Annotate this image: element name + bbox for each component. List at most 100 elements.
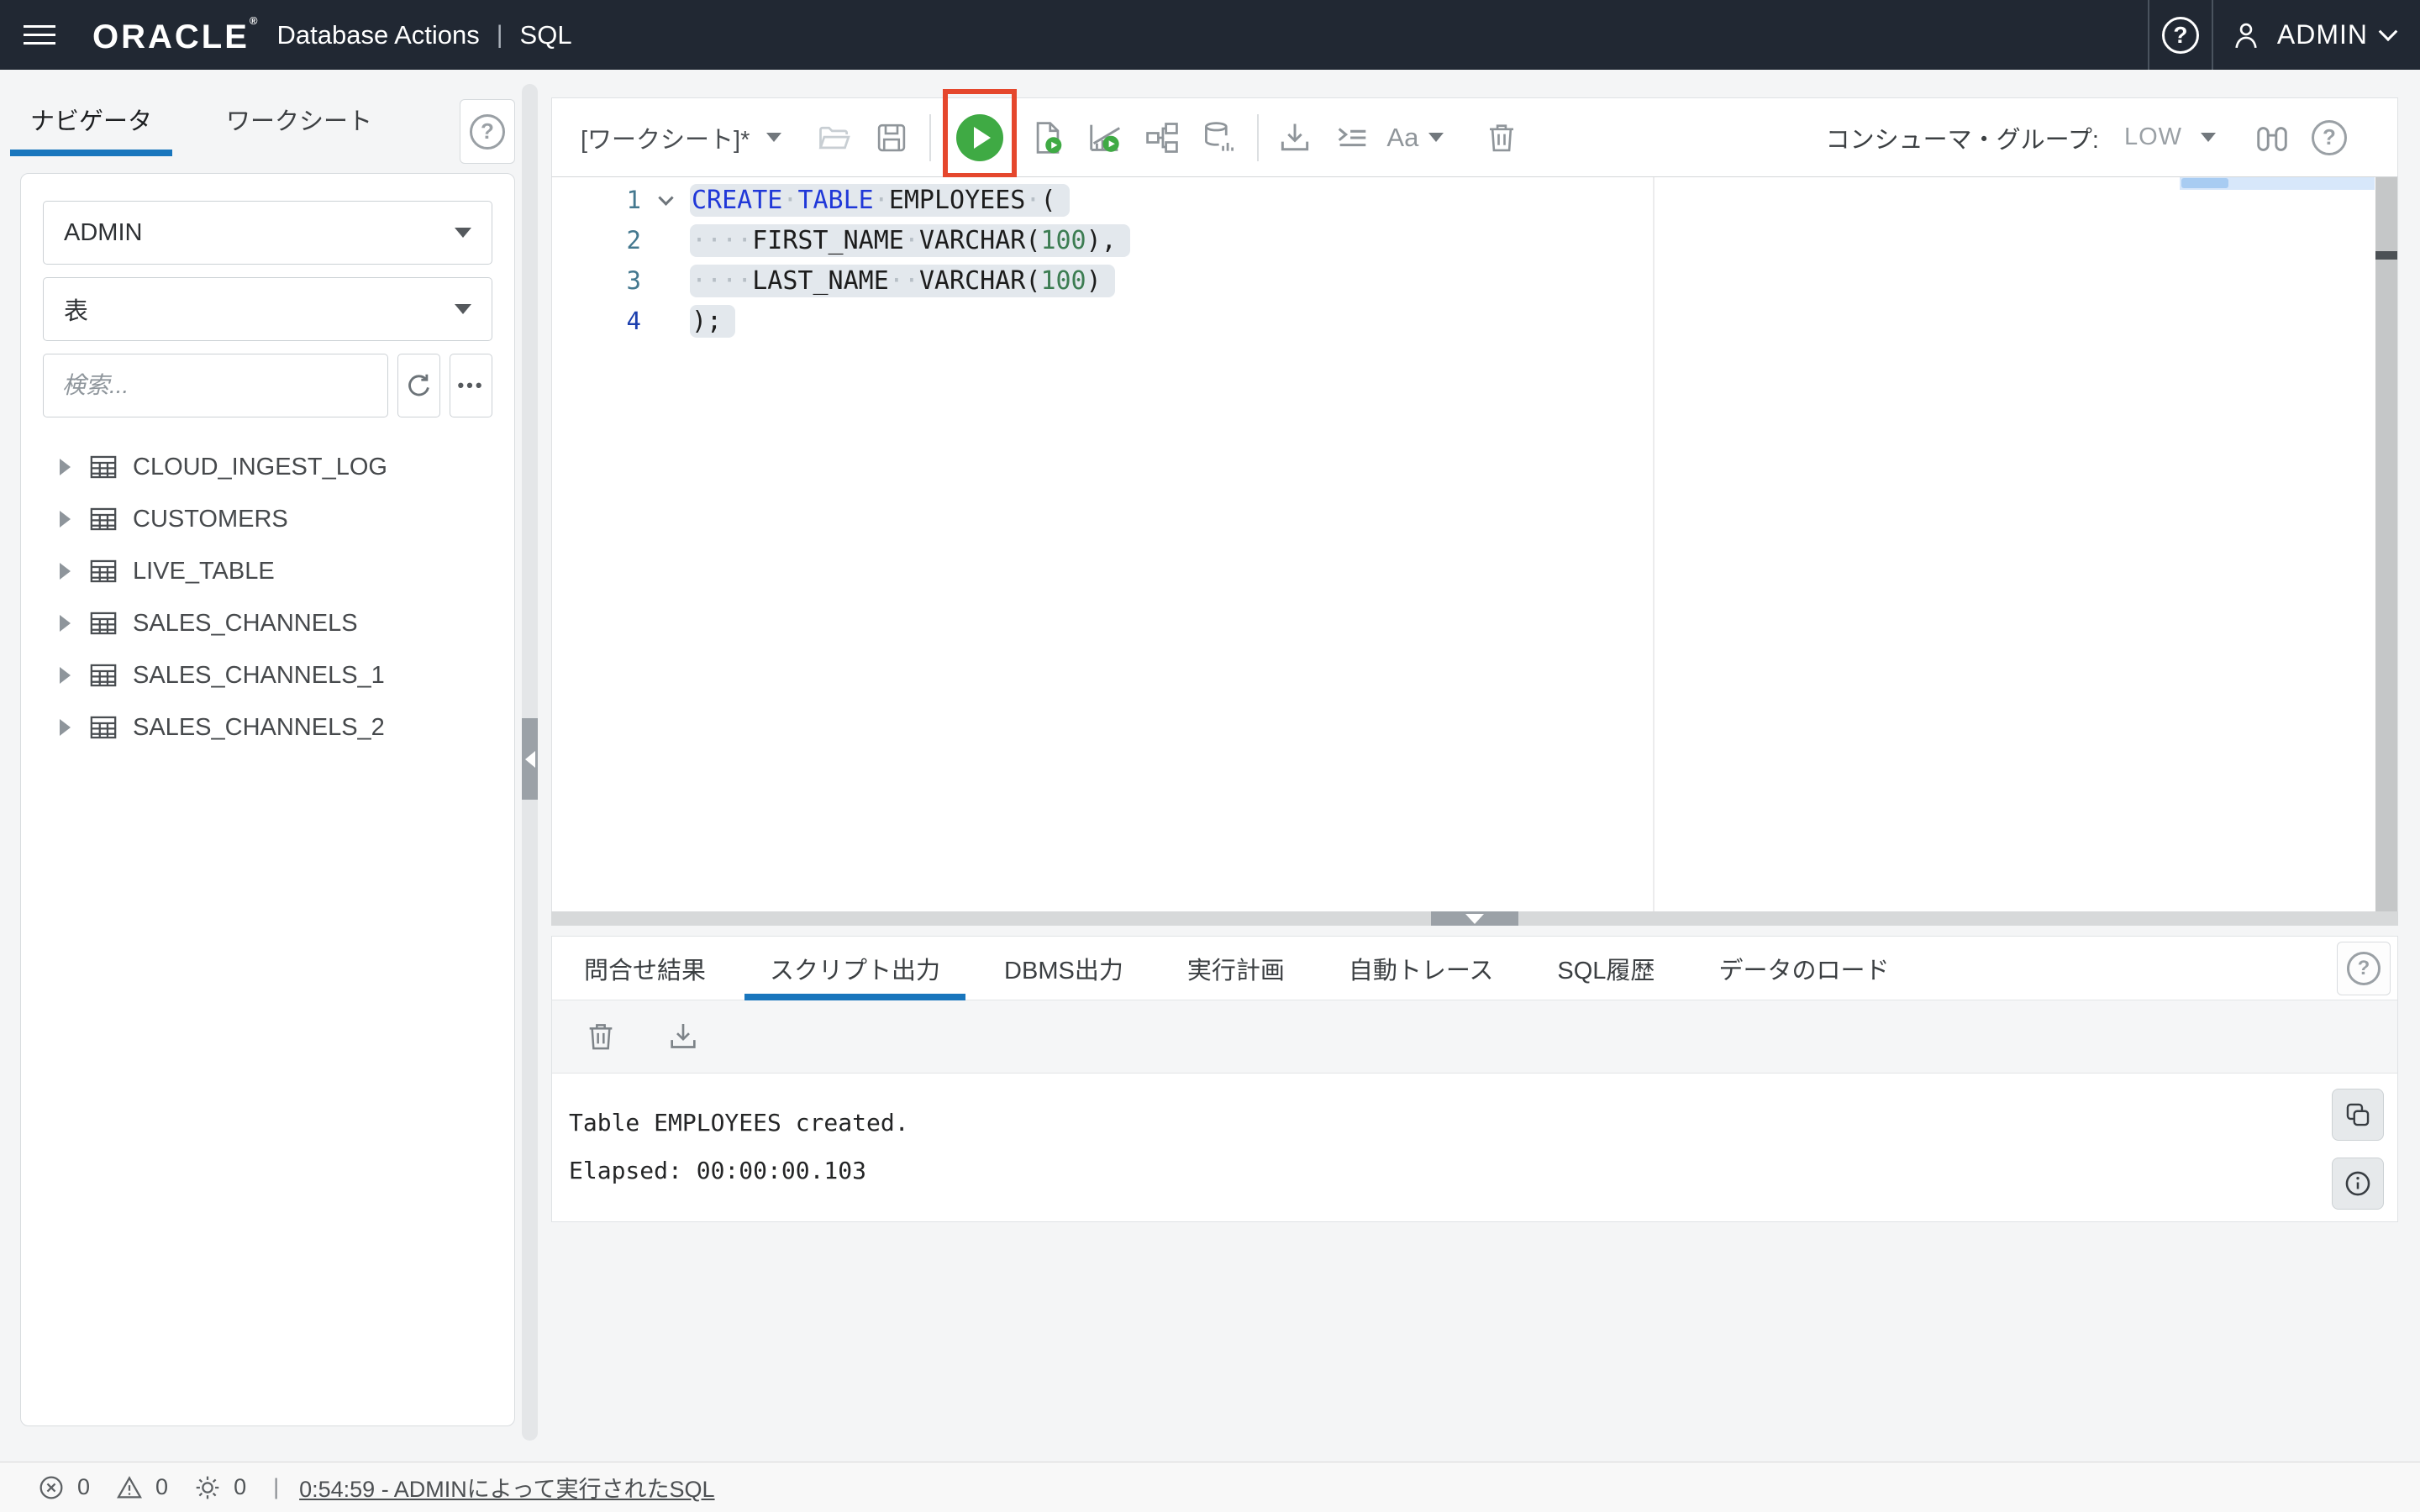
sql-statistics-button[interactable] [1197, 108, 1242, 167]
tree-item-cloud_ingest_log[interactable]: CLOUD_INGEST_LOG [43, 441, 492, 493]
search-input[interactable] [43, 354, 388, 417]
app-title: Database Actions [276, 19, 480, 50]
tree-item-sales_channels_2[interactable]: SALES_CHANNELS_2 [43, 701, 492, 753]
tree-item-live_table[interactable]: LIVE_TABLE [43, 545, 492, 597]
sidebar-splitter-handle[interactable] [522, 718, 538, 800]
results-splitter[interactable] [551, 911, 2398, 926]
refresh-icon [403, 370, 435, 402]
worksheet-menu-caret-icon[interactable] [766, 133, 782, 142]
dropdown-caret-icon [1428, 133, 1444, 142]
explain-plan-button[interactable] [1139, 108, 1185, 167]
object-type-select[interactable]: 表 [43, 277, 492, 341]
code-line[interactable]: 4); [552, 301, 2364, 341]
warning-triangle-icon [117, 1475, 143, 1498]
table-icon [89, 663, 118, 688]
refresh-button[interactable] [397, 354, 440, 417]
worksheet-toolbar: [ワークシート]* Aa コンシューマ・グループ: LOW ? [551, 89, 2398, 178]
process-count[interactable]: 0 [193, 1473, 246, 1502]
results-tab[interactable]: 自動トレース [1323, 937, 1519, 1000]
tree-item-customers[interactable]: CUSTOMERS [43, 493, 492, 545]
header-help-button[interactable] [2149, 0, 2212, 70]
editor-scrollbar[interactable] [2375, 177, 2397, 911]
open-folder-icon [818, 126, 851, 149]
hamburger-icon[interactable] [24, 19, 55, 50]
output-info-button[interactable] [2332, 1158, 2384, 1210]
user-menu[interactable]: ADMIN [2228, 18, 2398, 53]
find-button[interactable] [2249, 108, 2295, 167]
error-count[interactable]: 0 [37, 1473, 90, 1502]
save-button[interactable] [869, 108, 914, 167]
table-name: LIVE_TABLE [133, 557, 275, 585]
info-icon [2345, 1171, 2370, 1196]
tab-navigator[interactable]: ナビゲータ [9, 82, 173, 156]
results-tab[interactable]: 問合せ結果 [559, 937, 731, 1000]
code-line[interactable]: 3 ····LAST_NAME··VARCHAR(100) [552, 260, 2364, 301]
tree-item-sales_channels[interactable]: SALES_CHANNELS [43, 597, 492, 649]
copy-output-button[interactable] [2332, 1089, 2384, 1141]
results-tab[interactable]: 実行計画 [1162, 937, 1310, 1000]
fold-chevron-icon[interactable] [657, 189, 674, 206]
consumer-group-value[interactable]: LOW [2124, 123, 2182, 151]
results-tab[interactable]: スクリプト出力 [744, 937, 966, 1000]
more-options-button[interactable]: ••• [450, 354, 492, 417]
expand-caret-icon[interactable] [60, 511, 71, 528]
run-script-button[interactable] [1025, 108, 1071, 167]
header-divider: | [496, 20, 503, 49]
script-output-text: Table EMPLOYEES created. Elapsed: 00:00:0… [569, 1110, 2397, 1184]
tree-item-sales_channels_1[interactable]: SALES_CHANNELS_1 [43, 649, 492, 701]
save-icon [878, 123, 906, 151]
module-title: SQL [519, 19, 572, 50]
expand-caret-icon[interactable] [60, 719, 71, 736]
code-line[interactable]: 1 CREATE·TABLE·EMPLOYEES·( [552, 180, 2364, 220]
line-number: 2 [626, 226, 641, 255]
sidebar-tabs: ナビゲータ ワークシート [9, 82, 382, 156]
download-output-button[interactable] [666, 1020, 700, 1053]
results-tab[interactable]: SQL履歴 [1532, 937, 1680, 1000]
clear-worksheet-button[interactable] [1479, 108, 1524, 167]
line-number: 1 [626, 186, 641, 214]
warning-count[interactable]: 0 [115, 1473, 168, 1502]
dropdown-caret-icon [455, 228, 471, 238]
download-editor-button[interactable] [1272, 108, 1318, 167]
sql-editor[interactable]: 1 CREATE·TABLE·EMPLOYEES·(2 ····FIRST_NAME… [551, 177, 2398, 911]
object-type-value: 表 [64, 298, 89, 325]
output-line: Table EMPLOYEES created. [569, 1109, 909, 1137]
toolbar-help-button[interactable] [2307, 108, 2352, 167]
expand-caret-icon[interactable] [60, 667, 71, 684]
expand-caret-icon[interactable] [60, 563, 71, 580]
help-icon [2347, 952, 2381, 985]
code-line[interactable]: 2 ····FIRST_NAME·VARCHAR(100), [552, 220, 2364, 260]
results-pane: 問合せ結果 スクリプト出力 DBMS出力 実行計画 自動トレース SQL履歴 データのロード… [551, 936, 2398, 1222]
schema-select-value: ADMIN [64, 218, 143, 246]
help-icon [470, 113, 505, 150]
line-number: 3 [626, 266, 641, 295]
header-separator [2211, 0, 2213, 70]
download-icon [1281, 123, 1309, 150]
clear-output-button[interactable] [584, 1020, 618, 1053]
editor-scrollbar-thumb[interactable] [2375, 251, 2397, 260]
chevron-down-icon [2378, 21, 2398, 41]
autotrace-run-button[interactable] [1082, 108, 1128, 167]
run-statement-area [943, 89, 1018, 178]
sql-history-link[interactable]: 0:54:59 - ADMINによって実行されたSQL [299, 1471, 714, 1504]
schema-select[interactable]: ADMIN [43, 201, 492, 265]
consumer-group-caret-icon[interactable] [2201, 133, 2216, 142]
table-icon [89, 454, 118, 480]
trash-icon [589, 1024, 613, 1050]
format-button[interactable] [1329, 108, 1375, 167]
results-tab[interactable]: DBMS出力 [979, 937, 1149, 1000]
expand-caret-icon[interactable] [60, 459, 71, 475]
results-tab[interactable]: データのロード [1693, 937, 1914, 1000]
table-icon [90, 559, 117, 583]
object-tree: CLOUD_INGEST_LOG CUSTOMERS LIVE_TABLE SALES… [43, 441, 492, 753]
results-splitter-handle[interactable] [1431, 911, 1518, 926]
results-help-button[interactable] [2337, 942, 2391, 995]
status-bar: 0 0 0 | 0:54:59 - ADMINによって実行されたSQL [0, 1462, 2420, 1512]
user-icon [2228, 18, 2264, 53]
autotrace-run-icon [1090, 124, 1121, 152]
tab-worksheet[interactable]: ワークシート [216, 82, 382, 156]
expand-caret-icon[interactable] [60, 615, 71, 632]
font-size-button[interactable]: Aa [1386, 108, 1444, 167]
sidebar-help-button[interactable] [460, 99, 515, 164]
open-file-button[interactable] [812, 108, 857, 167]
